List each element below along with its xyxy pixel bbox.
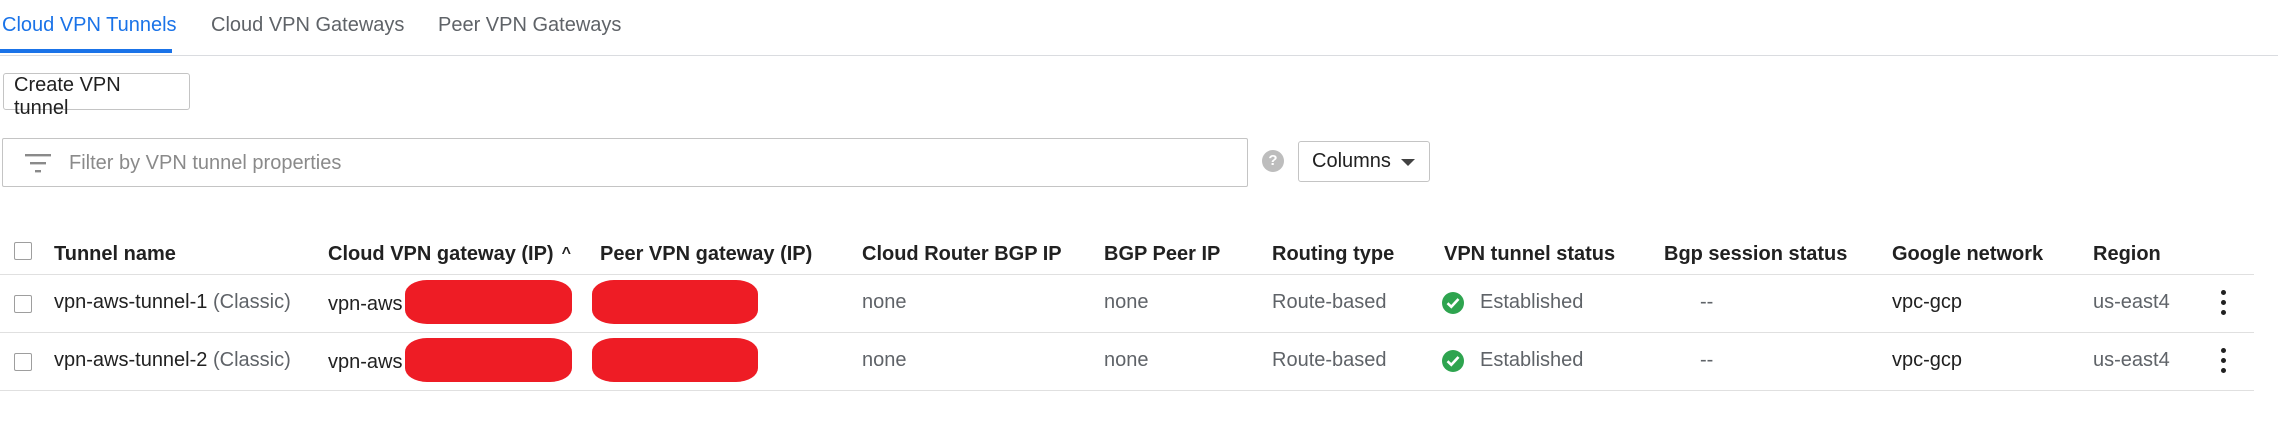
redacted-gateway-ip xyxy=(405,338,572,382)
column-header-bgp-peer-ip[interactable]: BGP Peer IP xyxy=(1104,243,1220,266)
tunnel-type: (Classic) xyxy=(212,291,291,313)
active-tab-indicator xyxy=(0,49,172,53)
router-bgp-ip: none xyxy=(862,291,907,313)
column-header-bgp-session-status[interactable]: Bgp session status xyxy=(1664,243,1847,266)
tab-cloud-vpn-tunnels[interactable]: Cloud VPN Tunnels xyxy=(2,14,177,37)
column-header-peer-vpn-gateway[interactable]: Peer VPN gateway (IP) xyxy=(600,243,812,266)
redacted-peer-gateway-ip xyxy=(592,280,758,324)
help-icon[interactable]: ? xyxy=(1262,150,1284,172)
filter-list-icon xyxy=(25,154,51,173)
bgp-peer-ip: none xyxy=(1104,349,1149,371)
tunnel-name[interactable]: vpn-aws-tunnel-1 xyxy=(54,291,207,313)
tab-peer-vpn-gateways[interactable]: Peer VPN Gateways xyxy=(438,14,621,37)
gateway-name[interactable]: vpn-aws xyxy=(328,351,402,374)
create-vpn-tunnel-button[interactable]: Create VPN tunnel xyxy=(3,73,190,119)
bgp-peer-ip: none xyxy=(1104,291,1149,313)
filter-input[interactable] xyxy=(69,148,1229,178)
table-row: vpn-aws-tunnel-2 (Classic) vpn-aws none … xyxy=(0,333,2254,391)
row-checkbox[interactable] xyxy=(14,295,32,313)
column-header-routing-type[interactable]: Routing type xyxy=(1272,243,1394,266)
column-header-label: Cloud VPN gateway (IP) xyxy=(328,243,554,265)
region: us-east4 xyxy=(2093,349,2170,371)
row-checkbox[interactable] xyxy=(14,353,32,371)
check-circle-icon xyxy=(1442,350,1464,372)
gateway-name[interactable]: vpn-aws xyxy=(328,293,402,316)
column-header-tunnel-name[interactable]: Tunnel name xyxy=(54,243,176,266)
tunnel-status: Established xyxy=(1480,291,1584,313)
dropdown-caret-icon xyxy=(1401,159,1415,166)
redacted-peer-gateway-ip xyxy=(592,338,758,382)
sort-ascending-icon: ^ xyxy=(561,245,571,262)
tab-bar: Cloud VPN Tunnels Cloud VPN Gateways Pee… xyxy=(0,0,2278,56)
table-header-row: Tunnel name Cloud VPN gateway (IP) ^ Peer… xyxy=(0,230,2254,275)
column-header-google-network[interactable]: Google network xyxy=(1892,243,2043,266)
tab-cloud-vpn-gateways[interactable]: Cloud VPN Gateways xyxy=(211,14,404,37)
router-bgp-ip: none xyxy=(862,349,907,371)
select-all-checkbox[interactable] xyxy=(14,242,32,260)
routing-type: Route-based xyxy=(1272,291,1387,313)
column-header-region[interactable]: Region xyxy=(2093,243,2161,266)
column-header-cloud-router-bgp-ip[interactable]: Cloud Router BGP IP xyxy=(862,243,1062,266)
table-row: vpn-aws-tunnel-1 (Classic) vpn-aws none … xyxy=(0,275,2254,333)
routing-type: Route-based xyxy=(1272,349,1387,371)
tunnel-name-cell[interactable]: vpn-aws-tunnel-2 (Classic) xyxy=(54,349,291,372)
more-vert-icon[interactable] xyxy=(2218,347,2228,377)
google-network[interactable]: vpc-gcp xyxy=(1892,349,1962,372)
region: us-east4 xyxy=(2093,291,2170,313)
columns-button-label: Columns xyxy=(1312,150,1391,172)
more-vert-icon[interactable] xyxy=(2218,289,2228,319)
bgp-session-status: -- xyxy=(1700,349,1714,371)
redacted-gateway-ip xyxy=(405,280,572,324)
column-header-cloud-vpn-gateway[interactable]: Cloud VPN gateway (IP) ^ xyxy=(328,243,571,266)
column-header-vpn-tunnel-status[interactable]: VPN tunnel status xyxy=(1444,243,1615,266)
tunnel-type: (Classic) xyxy=(212,349,291,371)
tunnel-name-cell[interactable]: vpn-aws-tunnel-1 (Classic) xyxy=(54,291,291,314)
columns-button[interactable]: Columns xyxy=(1298,141,1430,182)
filter-bar[interactable] xyxy=(2,138,1248,187)
bgp-session-status: -- xyxy=(1700,291,1714,313)
google-network[interactable]: vpc-gcp xyxy=(1892,291,1962,314)
tunnel-name[interactable]: vpn-aws-tunnel-2 xyxy=(54,349,207,371)
check-circle-icon xyxy=(1442,292,1464,314)
tunnel-status: Established xyxy=(1480,349,1584,371)
